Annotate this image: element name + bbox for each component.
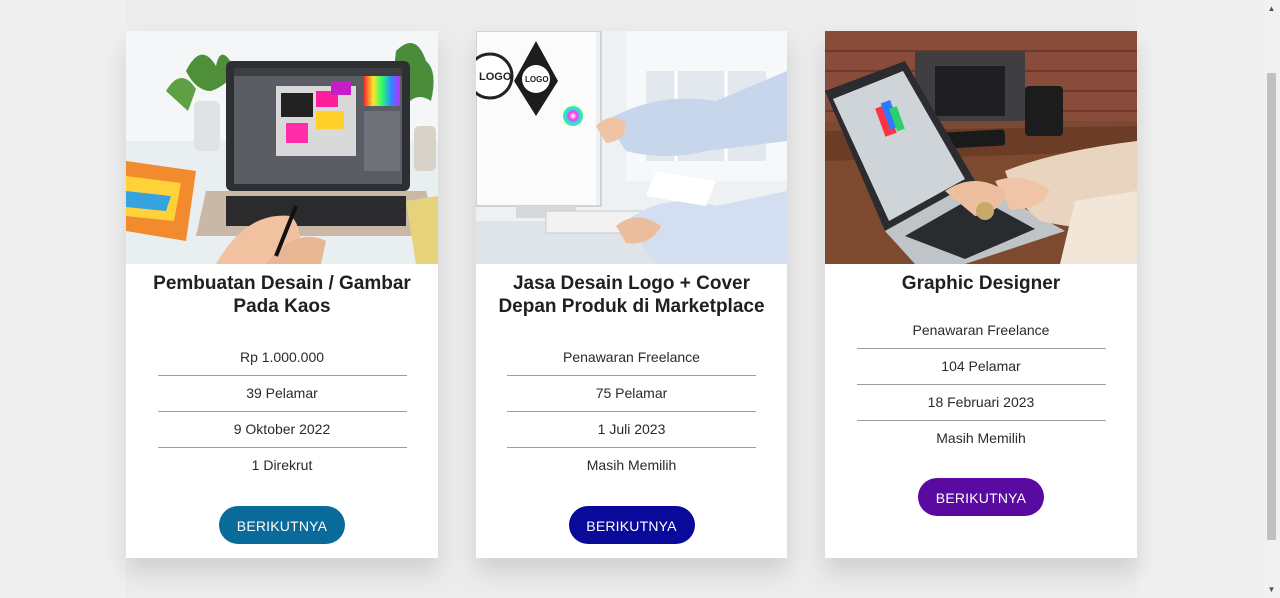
- next-button[interactable]: BERIKUTNYA: [568, 506, 695, 544]
- card-details-list: Penawaran Freelance 104 Pelamar 18 Febru…: [856, 313, 1106, 456]
- card-title: Pembuatan Desain / Gambar Pada Kaos: [153, 273, 411, 317]
- card-detail-budget: Rp 1.000.000: [157, 340, 407, 376]
- card-detail-applicants: 104 Pelamar: [856, 349, 1106, 385]
- card-detail-status: Masih Memilih: [586, 457, 677, 473]
- card-detail-status: 1 Direkrut: [251, 457, 313, 473]
- card-details-list: Penawaran Freelance 75 Pelamar 1 Juli 20…: [507, 340, 756, 483]
- vertical-scrollbar[interactable]: ▲ ▼: [1263, 0, 1280, 598]
- job-card-kaos: Pembuatan Desain / Gambar Pada Kaos Rp 1…: [126, 31, 438, 558]
- job-card-graphic-designer: Graphic Designer Penawaran Freelance 104…: [825, 31, 1137, 558]
- card-detail-applicants: 39 Pelamar: [157, 376, 407, 412]
- card-image-logo-design: LOGO LOGO: [476, 31, 787, 264]
- card-detail-offer-type: Penawaran Freelance: [507, 340, 756, 376]
- job-card-logo-cover: LOGO LOGO Jasa Desain Logo + Cover Depan…: [476, 31, 787, 558]
- card-detail-date: 18 Februari 2023: [856, 385, 1106, 421]
- card-detail-date: 1 Juli 2023: [507, 412, 756, 448]
- scroll-up-arrow-icon[interactable]: ▲: [1263, 0, 1280, 17]
- logo-text-2: LOGO: [525, 75, 549, 84]
- laptop-design-photo-icon: [126, 31, 438, 264]
- next-button[interactable]: BERIKUTNYA: [219, 506, 345, 544]
- laptop-typing-photo-icon: [825, 31, 1137, 264]
- card-detail-offer-type: Penawaran Freelance: [856, 313, 1106, 349]
- logo-text-1: LOGO: [479, 71, 512, 83]
- page: Pembuatan Desain / Gambar Pada Kaos Rp 1…: [0, 0, 1280, 598]
- card-detail-date: 9 Oktober 2022: [157, 412, 407, 448]
- scrollbar-thumb[interactable]: [1267, 73, 1276, 540]
- card-detail-status: Masih Memilih: [936, 430, 1026, 446]
- card-image-laptop-typing: [825, 31, 1137, 264]
- card-title: Graphic Designer: [901, 273, 1061, 294]
- card-detail-applicants: 75 Pelamar: [507, 376, 756, 412]
- scroll-down-arrow-icon[interactable]: ▼: [1263, 581, 1280, 598]
- logo-design-photo-icon: LOGO LOGO: [476, 31, 787, 264]
- next-button[interactable]: BERIKUTNYA: [918, 478, 1044, 516]
- card-image-laptop-design: [126, 31, 438, 264]
- card-title: Jasa Desain Logo + Cover Depan Produk di…: [498, 273, 765, 317]
- card-details-list: Rp 1.000.000 39 Pelamar 9 Oktober 2022 1…: [157, 340, 407, 483]
